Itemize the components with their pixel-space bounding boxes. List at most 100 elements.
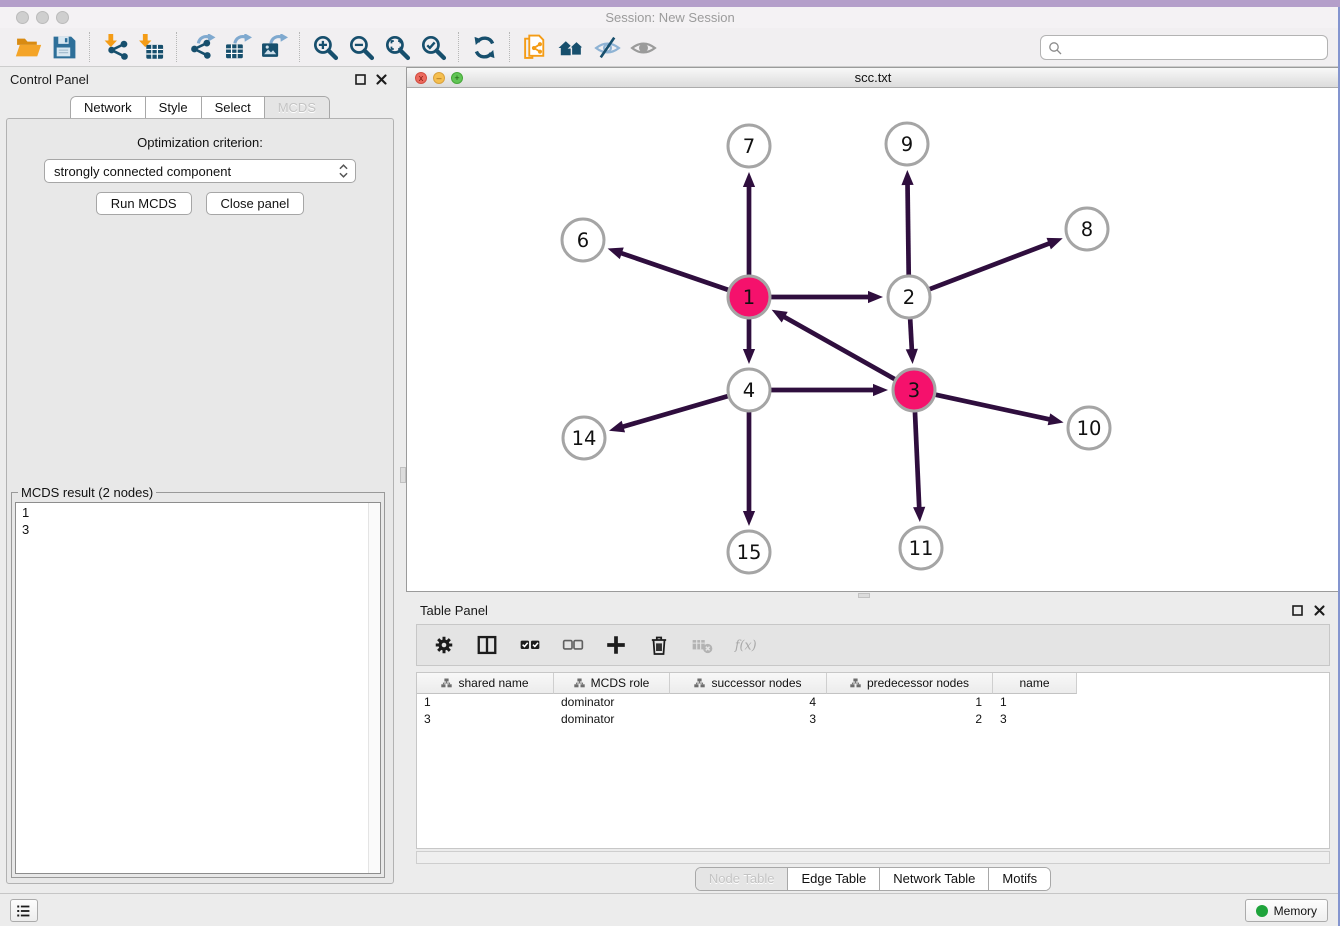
tab-network-table[interactable]: Network Table [879,868,988,890]
column-header-MCDS-role[interactable]: MCDS role [554,673,670,694]
export-network-button[interactable] [184,31,220,63]
save-session-button[interactable] [46,31,82,63]
cell-shared-name[interactable]: 3 [417,711,554,728]
horizontal-splitter[interactable] [406,592,1340,600]
close-panel-icon[interactable] [375,73,388,86]
graph-node-7[interactable]: 7 [728,125,770,167]
graph-edge-1-6[interactable] [608,248,729,290]
cell-successor-nodes[interactable]: 4 [670,694,827,711]
import-network-button[interactable] [97,31,133,63]
graph-edge-1-7[interactable] [743,172,755,275]
network-canvas[interactable]: 7 9 6 8 1 2 4 3 14 10 15 11 [407,88,1339,591]
search-box[interactable] [1040,35,1328,60]
graph-edge-4-15[interactable] [743,412,755,526]
console-list-button[interactable] [10,899,38,922]
column-header-successor-nodes[interactable]: successor nodes [670,673,827,694]
float-panel-icon[interactable] [354,73,367,86]
cell-predecessor-nodes[interactable]: 2 [827,711,993,728]
graph-edge-4-14[interactable] [609,396,728,432]
graph-node-10[interactable]: 10 [1068,407,1110,449]
search-input[interactable] [1062,38,1327,58]
tab-select[interactable]: Select [201,97,264,119]
tab-style[interactable]: Style [145,97,201,119]
tab-mcds[interactable]: MCDS [264,97,329,119]
cell-MCDS-role[interactable]: dominator [554,711,670,728]
result-scrollbar[interactable] [368,503,380,873]
save-session-icon [51,34,78,61]
frame-maximize-icon[interactable]: + [451,72,463,84]
select-all-button[interactable] [518,633,542,657]
graph-edge-3-10[interactable] [935,395,1063,426]
tab-edge-table[interactable]: Edge Table [787,868,879,890]
graph-node-4[interactable]: 4 [728,369,770,411]
tab-node-table[interactable]: Node Table [696,868,788,890]
zoom-selected-button[interactable] [415,31,451,63]
zoom-out-button[interactable] [343,31,379,63]
graph-node-6[interactable]: 6 [562,219,604,261]
network-frame-titlebar[interactable]: x – + scc.txt [407,68,1339,88]
graph-edge-3-1[interactable] [772,310,895,379]
first-neighbors-button[interactable] [553,31,589,63]
mcds-result-textarea[interactable]: 1 3 [15,502,381,874]
export-image-button[interactable] [256,31,292,63]
import-table-button[interactable] [133,31,169,63]
tab-motifs[interactable]: Motifs [988,868,1050,890]
graph-node-15[interactable]: 15 [728,531,770,573]
table-horizontal-scrollbar[interactable] [416,851,1330,864]
table-row-2[interactable]: 3dominator323 [417,711,1329,728]
cell-name[interactable]: 3 [993,711,1077,728]
graph-edge-1-2[interactable] [771,291,883,303]
open-session-button[interactable] [10,31,46,63]
cell-successor-nodes[interactable]: 3 [670,711,827,728]
frame-minimize-icon[interactable]: – [433,72,445,84]
graph-node-1[interactable]: 1 [728,276,770,318]
network-frame: x – + scc.txt 7 9 6 8 1 2 4 3 14 10 15 11 [406,67,1340,592]
frame-close-icon[interactable]: x [415,72,427,84]
export-table-button[interactable] [220,31,256,63]
zoom-out-icon [348,34,375,61]
graph-edge-2-3[interactable] [906,319,918,364]
network-graph[interactable]: 7 9 6 8 1 2 4 3 14 10 15 11 [407,88,1339,591]
hide-selected-button[interactable] [589,31,625,63]
zoom-fit-button[interactable] [379,31,415,63]
graph-node-14[interactable]: 14 [563,417,605,459]
float-table-panel-icon[interactable] [1291,604,1304,617]
close-table-panel-icon[interactable] [1313,604,1326,617]
horizontal-splitter-handle[interactable] [858,593,870,598]
run-mcds-button[interactable]: Run MCDS [96,192,192,215]
graph-edge-3-11[interactable] [913,412,925,522]
graph-edge-2-8[interactable] [930,238,1063,289]
cell-predecessor-nodes[interactable]: 1 [827,694,993,711]
graph-edge-2-9[interactable] [901,170,913,275]
add-row-button[interactable] [604,633,628,657]
column-header-predecessor-nodes[interactable]: predecessor nodes [827,673,993,694]
graph-node-3[interactable]: 3 [893,369,935,411]
graph-edge-1-4[interactable] [743,319,755,364]
settings-button[interactable] [432,633,456,657]
zoom-in-button[interactable] [307,31,343,63]
column-header-name[interactable]: name [993,673,1077,694]
graph-node-2[interactable]: 2 [888,276,930,318]
table-row-1[interactable]: 1dominator411 [417,694,1329,711]
tab-network[interactable]: Network [71,97,145,119]
refresh-button[interactable] [466,31,502,63]
cell-name[interactable]: 1 [993,694,1077,711]
graph-node-8[interactable]: 8 [1066,208,1108,250]
graph-edge-4-3[interactable] [771,384,888,396]
delete-row-button[interactable] [647,633,671,657]
window-titlebar: Session: New Session [0,7,1340,28]
column-header-shared-name[interactable]: shared name [417,673,554,694]
network-from-selection-button[interactable] [517,31,553,63]
delete-table-button [690,633,714,657]
memory-button[interactable]: Memory [1245,899,1328,922]
table-panel: Table Panel f(x) shared nameMCDS rolesuc… [406,600,1340,893]
close-panel-button[interactable]: Close panel [206,192,305,215]
graph-node-11[interactable]: 11 [900,527,942,569]
columns-button[interactable] [475,633,499,657]
deselect-all-button[interactable] [561,633,585,657]
graph-node-9[interactable]: 9 [886,123,928,165]
cell-shared-name[interactable]: 1 [417,694,554,711]
optimization-criterion-select[interactable]: strongly connected component [44,159,356,183]
control-panel-title: Control Panel [10,72,89,87]
cell-MCDS-role[interactable]: dominator [554,694,670,711]
